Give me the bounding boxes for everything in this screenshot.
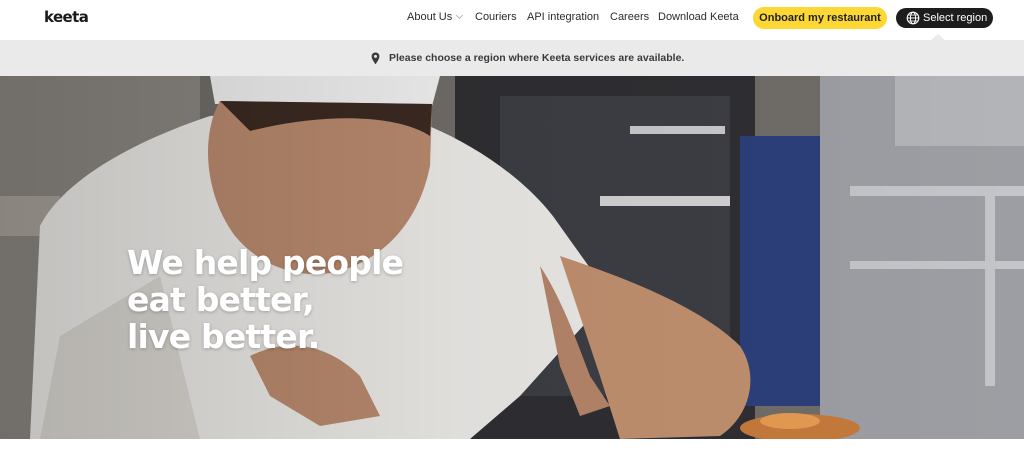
nav-download-keeta[interactable]: Download Keeta [658, 11, 739, 23]
top-navigation: keeta About Us Couriers API integration … [0, 0, 1024, 40]
region-notice-bar: Please choose a region where Keeta servi… [0, 40, 1024, 76]
globe-icon [906, 11, 920, 25]
headline-line-2: eat better, [127, 280, 315, 319]
hero-banner: We help people eat better, live better. [0, 76, 1024, 439]
onboard-restaurant-button[interactable]: Onboard my restaurant [753, 7, 887, 29]
nav-about-us[interactable]: About Us [407, 11, 464, 23]
keeta-logo[interactable]: keeta [44, 8, 89, 26]
page-bottom-strip [0, 439, 1024, 463]
location-pin-icon [371, 52, 380, 65]
headline-line-1: We help people [127, 243, 404, 282]
headline-line-3: live better. [127, 317, 320, 356]
select-region-label: Select region [923, 12, 988, 24]
nav-couriers[interactable]: Couriers [475, 11, 517, 23]
nav-about-us-label: About Us [407, 11, 453, 23]
region-notice-text: Please choose a region where Keeta servi… [389, 52, 685, 64]
hero-headline: We help people eat better, live better. [127, 243, 404, 356]
nav-careers[interactable]: Careers [610, 11, 649, 23]
chevron-down-icon [456, 11, 464, 20]
select-region-button[interactable]: Select region [896, 8, 993, 28]
nav-api-integration[interactable]: API integration [527, 11, 599, 23]
